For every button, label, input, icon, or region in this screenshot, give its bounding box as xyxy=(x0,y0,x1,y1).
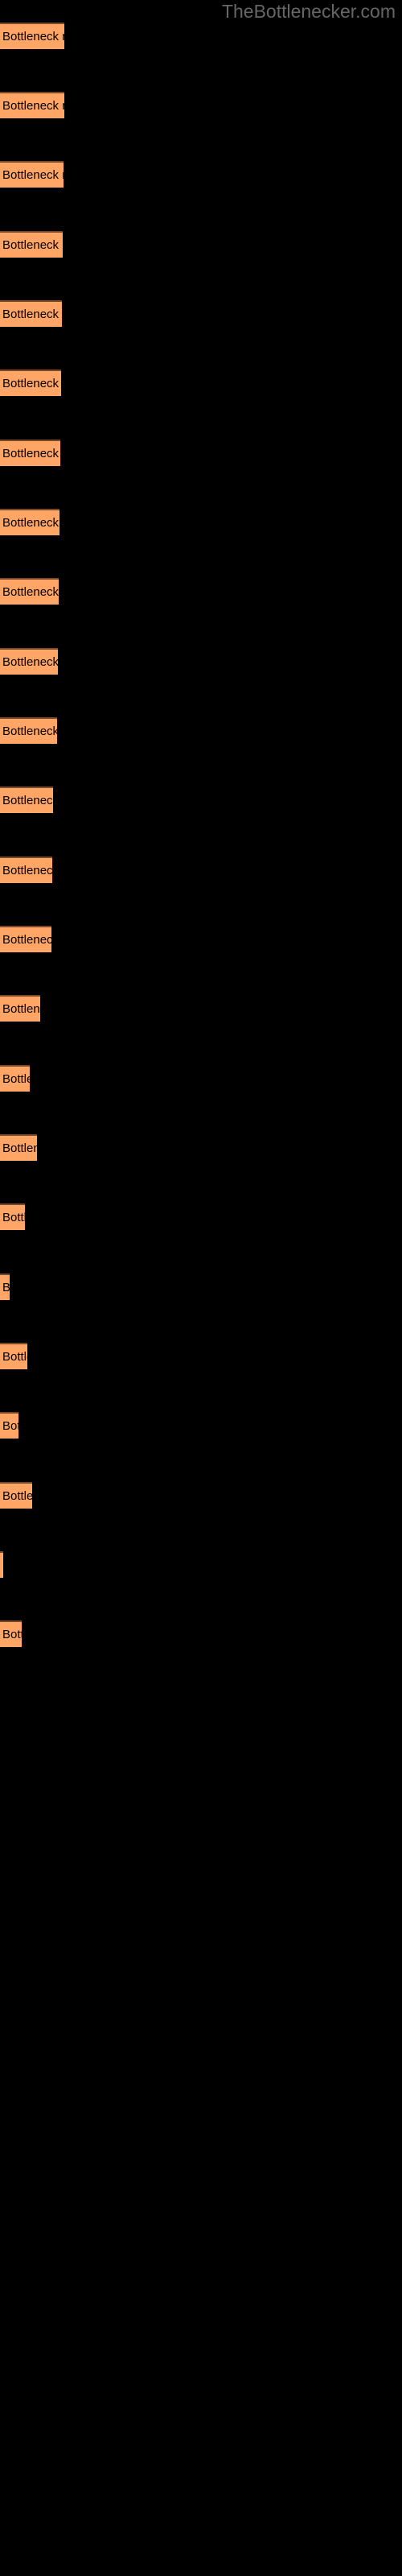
bar-label: Bottleneck result xyxy=(2,585,59,599)
bar-14: Bottleneck result xyxy=(0,926,51,952)
bar-16: Bottleneck result xyxy=(0,1065,30,1092)
bar-label: Bottleneck result xyxy=(2,1556,3,1575)
bar-label: Bottleneck result xyxy=(2,1489,32,1503)
bar-11: Bottleneck result xyxy=(0,717,57,744)
bar-label: Bottleneck result xyxy=(2,794,53,807)
bar-label: Bottleneck result xyxy=(2,724,57,738)
bar-label: Bottleneck result xyxy=(2,933,51,947)
bar-label: Bottleneck result xyxy=(2,377,61,390)
bar-6: Bottleneck result xyxy=(0,369,61,396)
bar-10: Bottleneck result xyxy=(0,648,58,675)
bar-label: Bottleneck result xyxy=(2,1211,25,1224)
bar-label: Bottleneck result xyxy=(2,1141,37,1155)
bar-label: Bottleneck result xyxy=(2,99,64,113)
bar-18: Bottleneck result xyxy=(0,1203,25,1230)
bar-label: Bottleneck result xyxy=(2,1278,10,1298)
bar-label: Bottleneck result xyxy=(2,655,58,669)
site-title: TheBottlenecker.com xyxy=(221,1,396,22)
bar-5: Bottleneck result xyxy=(0,300,62,327)
bar-label: Bottleneck result xyxy=(2,308,62,321)
bar-label: Bottleneck result xyxy=(2,447,60,460)
bar-label: Bottleneck result xyxy=(2,864,52,877)
bar-19: Bottleneck result xyxy=(0,1274,10,1300)
bar-9: Bottleneck result xyxy=(0,578,59,605)
bar-label: Bottleneck result xyxy=(2,1350,27,1364)
bar-label: Bottleneck result xyxy=(2,30,64,43)
bar-2: Bottleneck result xyxy=(0,92,64,118)
bar-20: Bottleneck result xyxy=(0,1343,27,1369)
bar-label: Bottleneck result xyxy=(2,516,59,530)
bar-4: Bottleneck result xyxy=(0,231,63,258)
bar-label: Bottleneck result xyxy=(2,1002,40,1016)
bar-label: Bottleneck result xyxy=(2,1072,30,1086)
bar-label: Bottleneck result xyxy=(2,1628,22,1641)
bar-13: Bottleneck result xyxy=(0,857,52,883)
bar-label: Bottleneck result xyxy=(2,1419,18,1433)
bar-21: Bottleneck result xyxy=(0,1412,18,1439)
bar-23: Bottleneck result xyxy=(0,1551,3,1578)
bar-15: Bottleneck result xyxy=(0,995,40,1022)
bottleneck-bar-chart: Bottleneck result Bottleneck result Bottle… xyxy=(0,23,402,2576)
bar-3: Bottleneck result xyxy=(0,161,64,188)
bar-22: Bottleneck result xyxy=(0,1482,32,1509)
bar-12: Bottleneck result xyxy=(0,786,53,813)
bar-24: Bottleneck result xyxy=(0,1620,22,1647)
bar-label: Bottleneck result xyxy=(2,168,64,182)
bar-label: Bottleneck result xyxy=(2,238,63,252)
bar-7: Bottleneck result xyxy=(0,440,60,466)
bar-17: Bottleneck result xyxy=(0,1134,37,1161)
bar-8: Bottleneck result xyxy=(0,509,59,535)
bar-1: Bottleneck result xyxy=(0,23,64,49)
